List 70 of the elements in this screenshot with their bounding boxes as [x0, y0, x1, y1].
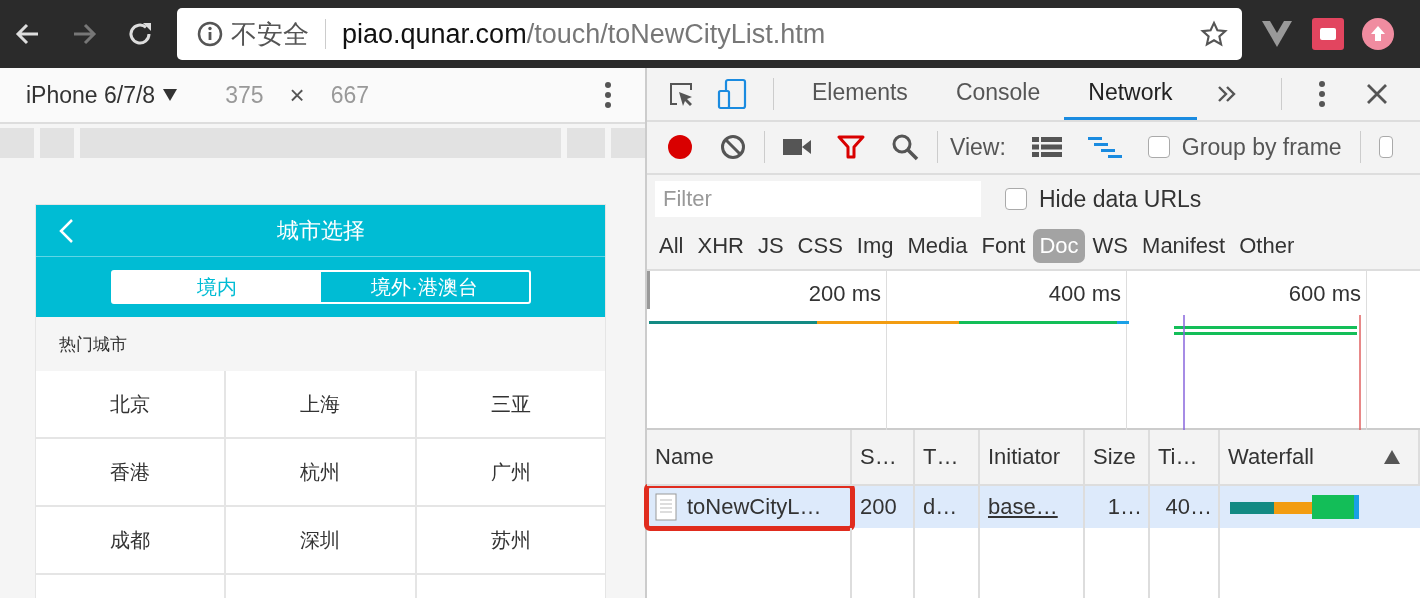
initiator-link[interactable]: base…: [980, 486, 1085, 528]
record-icon[interactable]: [666, 133, 694, 162]
devtools-tab[interactable]: Console: [931, 68, 1065, 120]
type-filter[interactable]: WS: [1086, 229, 1135, 264]
camera-icon[interactable]: [783, 137, 811, 158]
group-by-frame-checkbox[interactable]: Group by frame: [1147, 133, 1342, 161]
type-filter[interactable]: Font: [975, 229, 1032, 264]
city-item[interactable]: 上海: [226, 371, 417, 437]
column-header[interactable]: Initiator: [980, 430, 1085, 484]
request-row[interactable]: toNewCityL… 200 d… base… 1… 40…: [647, 486, 1420, 528]
address-bar[interactable]: 不安全 piao.qunar.com/touch/toNewCityList.htm: [177, 8, 1242, 60]
view-label: View:: [950, 133, 1006, 161]
hide-data-urls-checkbox[interactable]: Hide data URLs: [1005, 185, 1202, 213]
extension-icon[interactable]: [1312, 18, 1344, 50]
city-item[interactable]: 广州: [416, 439, 605, 505]
filter-field[interactable]: Filter: [655, 181, 981, 218]
status-cell: 200: [852, 486, 915, 528]
type-filter[interactable]: Media: [901, 229, 974, 264]
type-filter[interactable]: All: [653, 229, 690, 264]
city-item[interactable]: 三亚: [416, 371, 605, 437]
column-header[interactable]: T…: [915, 430, 980, 484]
time-tick: 200 ms: [807, 279, 882, 307]
document-icon: [655, 493, 677, 521]
times-sign: ×: [289, 79, 305, 111]
city-item[interactable]: 香港: [36, 439, 227, 505]
type-filter[interactable]: XHR: [691, 229, 750, 264]
column-header[interactable]: Ti…: [1150, 430, 1220, 484]
type-filter[interactable]: JS: [751, 229, 790, 264]
page-title: 城市选择: [275, 216, 366, 245]
filter-icon[interactable]: [837, 134, 865, 161]
v-logo-icon[interactable]: [1260, 19, 1294, 49]
type-filter[interactable]: Other: [1233, 229, 1301, 264]
more-icon[interactable]: [604, 81, 612, 109]
city-item[interactable]: 成都: [36, 507, 227, 573]
waterfall-view-icon[interactable]: [1087, 136, 1122, 159]
search-icon[interactable]: [891, 133, 919, 162]
url-text: piao.qunar.com/touch/toNewCityList.htm: [342, 18, 827, 50]
upload-icon[interactable]: [1362, 18, 1394, 50]
devtools-tab[interactable]: Elements: [788, 68, 932, 120]
time-tick: 400 ms: [1047, 279, 1122, 307]
inspect-icon[interactable]: [667, 80, 695, 108]
time-cell: 40…: [1150, 486, 1220, 528]
city-item[interactable]: 深圳: [226, 507, 417, 573]
city-item[interactable]: 杭州: [226, 439, 417, 505]
type-cell: d…: [915, 486, 980, 528]
column-header[interactable]: S…: [852, 430, 915, 484]
type-filter[interactable]: CSS: [791, 229, 849, 264]
star-icon[interactable]: [1200, 20, 1228, 48]
sort-ascending-icon[interactable]: [1384, 450, 1400, 464]
device-selector[interactable]: iPhone 6/7/8: [26, 81, 156, 109]
size-cell: 1…: [1085, 486, 1150, 528]
device-toolbar-icon[interactable]: [717, 78, 747, 110]
type-filter[interactable]: Img: [850, 229, 900, 264]
time-tick: 600 ms: [1287, 279, 1362, 307]
city-item[interactable]: 北京: [36, 371, 227, 437]
checkbox[interactable]: [1378, 136, 1393, 159]
more-icon[interactable]: [1317, 80, 1326, 108]
security-label: 不安全: [231, 17, 309, 51]
more-tabs-icon[interactable]: [1216, 85, 1237, 103]
list-view-icon[interactable]: [1031, 136, 1062, 159]
dropdown-caret-icon[interactable]: [163, 89, 178, 101]
info-icon[interactable]: [197, 21, 223, 47]
section-title: 热门城市: [59, 333, 127, 356]
request-name-cell[interactable]: toNewCityL…: [647, 486, 852, 528]
type-filter[interactable]: Manifest: [1136, 229, 1232, 264]
column-header[interactable]: Name: [647, 430, 852, 484]
close-icon[interactable]: [1365, 83, 1388, 105]
clear-icon[interactable]: [720, 134, 746, 161]
city-item[interactable]: 苏州: [416, 507, 605, 573]
column-header[interactable]: Size: [1085, 430, 1150, 484]
